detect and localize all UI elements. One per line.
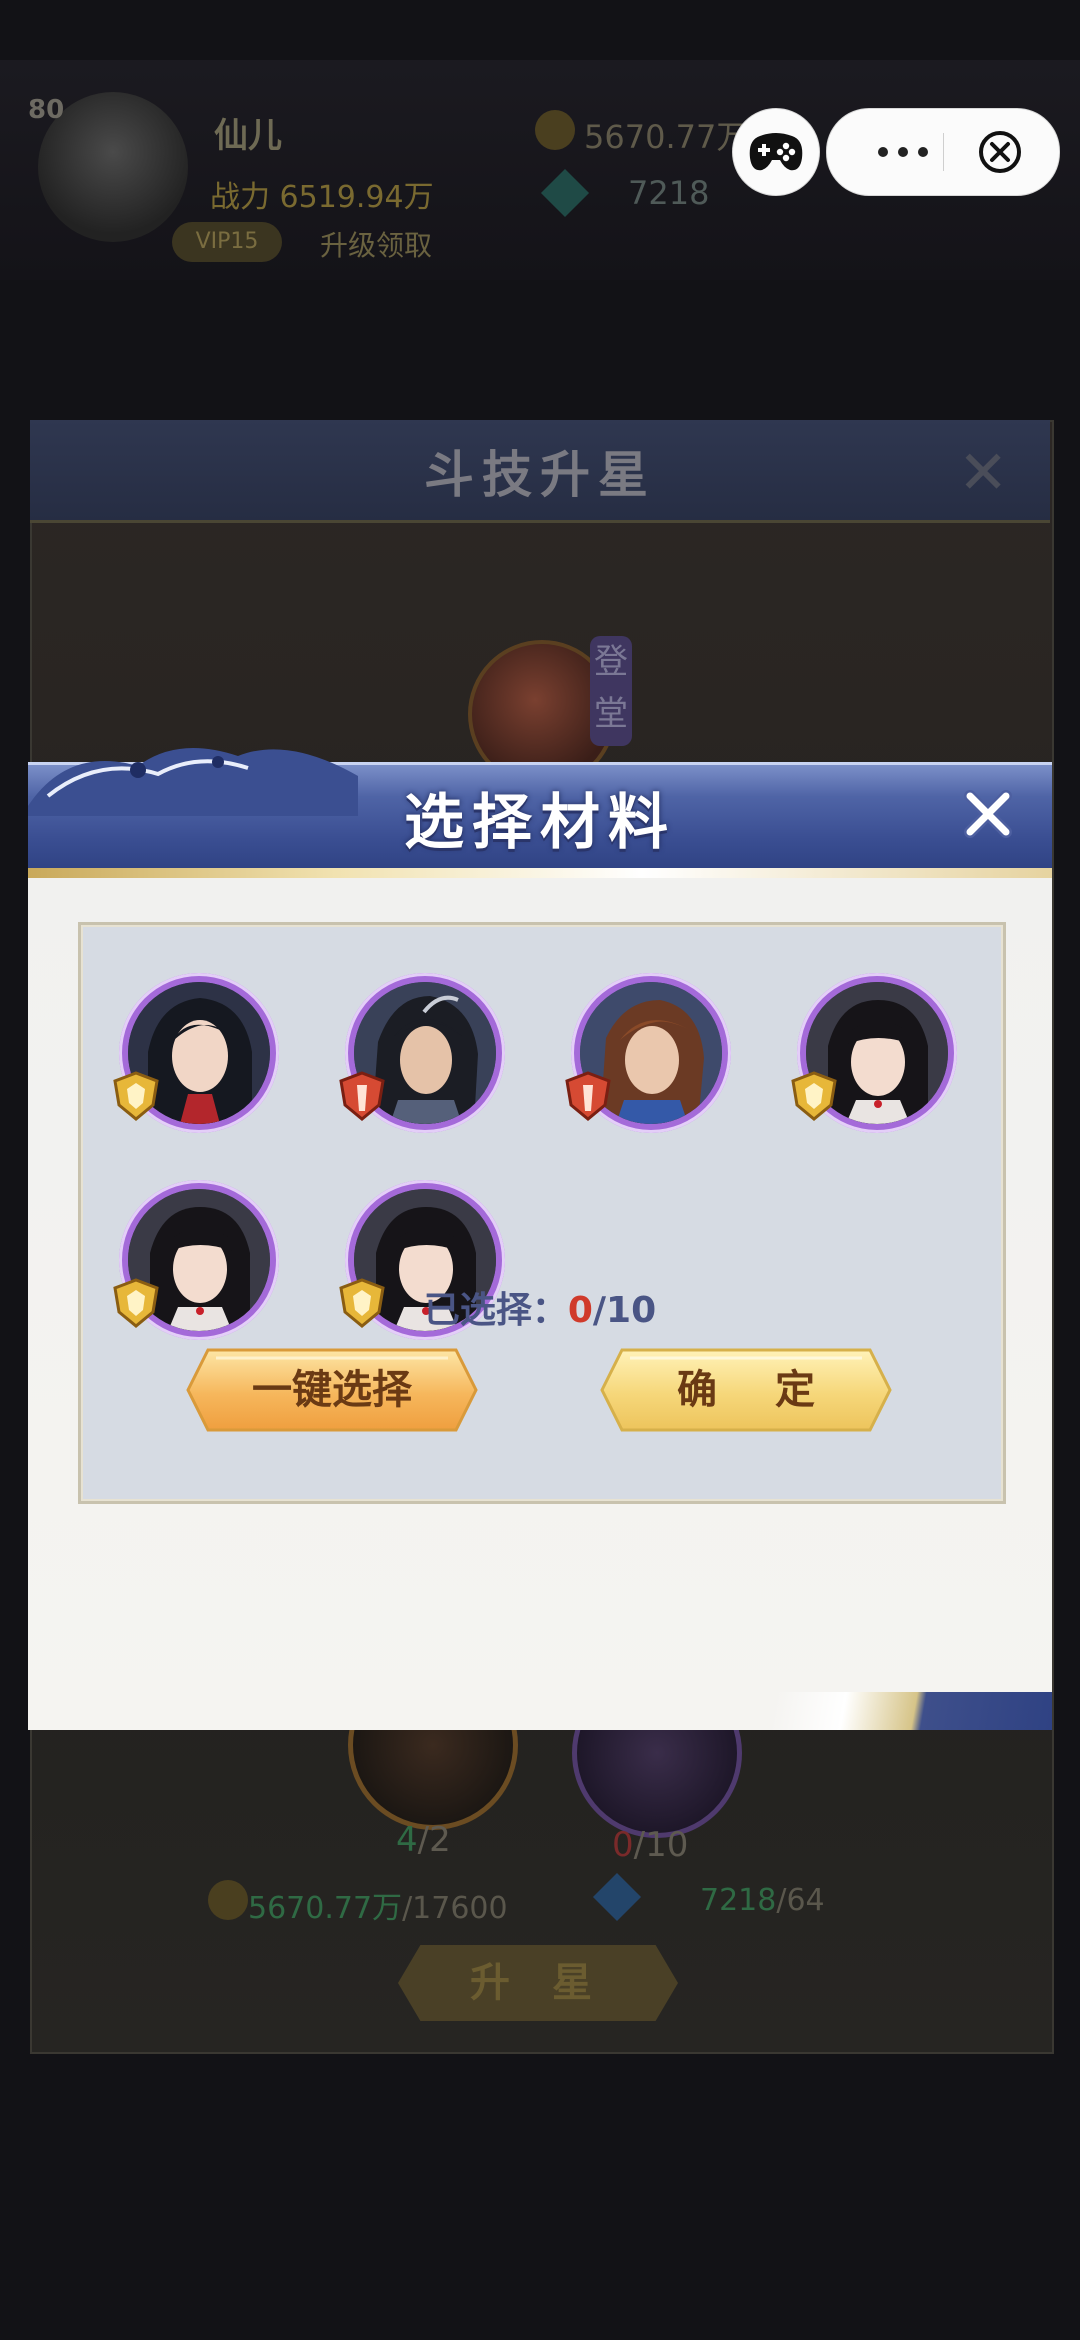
- cost-coin-icon: [208, 1880, 248, 1920]
- cost-gem-need: /64: [776, 1883, 825, 1918]
- player-name: 仙儿: [214, 116, 282, 156]
- star-upgrade-title: 斗技升星: [424, 446, 656, 504]
- game-controller-icon: [749, 133, 803, 171]
- cost-coin: 5670.77万/17600: [248, 1883, 508, 1927]
- confirm-button[interactable]: 确 定: [600, 1348, 892, 1432]
- coin-amount: 5670.77万: [584, 118, 749, 156]
- cost-coin-need: /17600: [402, 1891, 508, 1926]
- hero-card-2[interactable]: [339, 973, 505, 1133]
- hero-card-1[interactable]: [113, 973, 279, 1133]
- selected-label: 已选择：: [423, 1290, 568, 1331]
- selected-max: /10: [592, 1290, 657, 1331]
- levelup-claim-text: 升级领取: [320, 229, 433, 262]
- dialog-body: 已选择：0/10 一键选择 确 定: [28, 878, 1052, 1730]
- dialog-bottom-trim: [588, 1692, 1052, 1730]
- upstar-button: 升 星: [398, 1945, 678, 2021]
- dialog-close-icon[interactable]: [956, 782, 1020, 846]
- hero-card-3[interactable]: [565, 973, 731, 1133]
- hero-card-4[interactable]: [791, 973, 957, 1133]
- material-slot-empty-count: 0/10: [612, 1825, 688, 1865]
- cost-coin-have: 5670.77万: [248, 1891, 403, 1926]
- game-controller-button[interactable]: [732, 108, 820, 196]
- dialog-header-trim: [28, 868, 1052, 878]
- slot2-have: 0: [612, 1825, 634, 1865]
- gold-shield-badge-icon: [791, 1071, 837, 1121]
- close-circle-icon[interactable]: [977, 129, 1023, 175]
- gold-shield-badge-icon: [113, 1071, 159, 1121]
- panel-close-icon: ✕: [958, 438, 1009, 508]
- capsule-divider: [943, 133, 944, 171]
- slot1-have: 4: [396, 1820, 418, 1860]
- player-power: 战力 6519.94万: [210, 180, 434, 215]
- dialog-title: 选择材料: [404, 788, 676, 858]
- red-shield-badge-icon: [565, 1071, 611, 1121]
- auto-select-button[interactable]: 一键选择: [186, 1348, 478, 1432]
- confirm-label: 确 定: [677, 1366, 837, 1413]
- vip-tag: VIP15: [172, 222, 282, 262]
- red-shield-badge-icon: [339, 1071, 385, 1121]
- auto-select-label: 一键选择: [252, 1366, 412, 1413]
- miniprogram-capsule: [826, 108, 1060, 196]
- slot1-need: /2: [417, 1820, 451, 1860]
- gem-amount: 7218: [628, 174, 710, 212]
- hero-rank-badge: 登堂: [590, 636, 632, 746]
- slot2-need: /10: [633, 1825, 689, 1865]
- more-dots-icon[interactable]: [863, 129, 943, 175]
- coin-icon: [535, 110, 575, 150]
- player-level: 80: [28, 95, 65, 125]
- selected-current: 0: [567, 1290, 593, 1331]
- select-material-dialog: 选择材料 已选择：0/10 一键选择 确 定: [28, 748, 1052, 1730]
- selected-count: 已选择：0/10: [28, 1281, 1052, 1333]
- cost-gem: 7218/64: [700, 1883, 825, 1918]
- cost-gem-have: 7218: [700, 1883, 777, 1918]
- material-slot-hero-count: 4/2: [396, 1820, 451, 1860]
